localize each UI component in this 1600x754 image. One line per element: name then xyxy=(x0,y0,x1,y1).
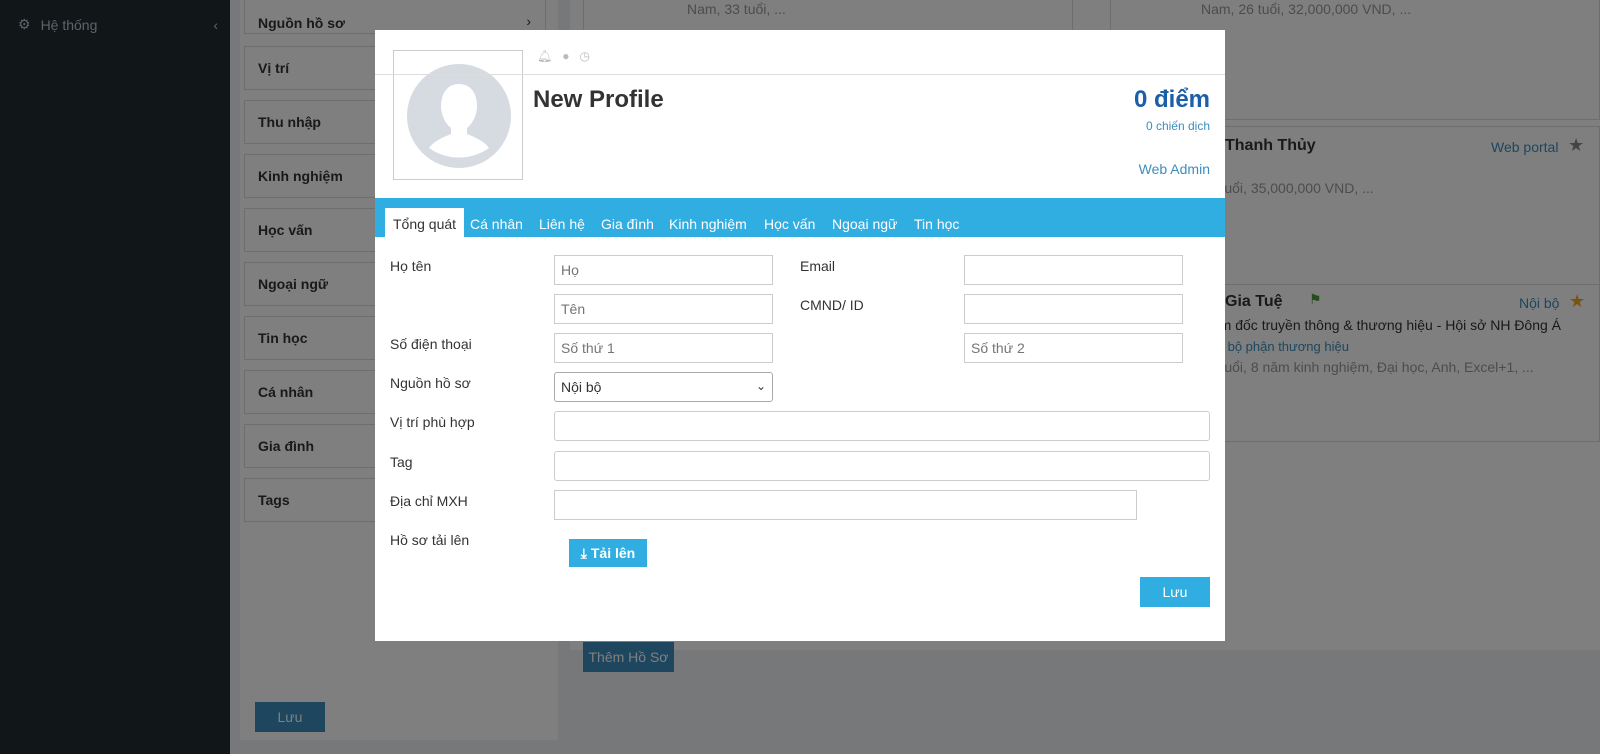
upload-button-label: Tải lên xyxy=(590,545,636,561)
tab-languages[interactable]: Ngoại ngữ xyxy=(824,208,905,237)
phone-label: Số điện thoại xyxy=(390,336,472,352)
source-select-value: Nội bộ xyxy=(561,379,602,395)
tab-education[interactable]: Học vấn xyxy=(756,208,823,237)
tab-family[interactable]: Gia đình xyxy=(593,208,662,237)
new-profile-modal: 🔔︎ ● ◷ New Profile 0 điểm 0 chiến dịch W… xyxy=(375,30,1225,641)
firstname-input[interactable] xyxy=(554,294,773,324)
phone1-input[interactable] xyxy=(554,333,773,363)
email-label: Email xyxy=(800,258,836,274)
avatar[interactable] xyxy=(393,50,523,180)
social-input[interactable] xyxy=(554,490,1137,520)
lastname-input[interactable] xyxy=(554,255,773,285)
avatar-placeholder-icon xyxy=(407,64,511,168)
upload-label: Hồ sơ tải lên xyxy=(390,532,470,548)
profile-campaigns[interactable]: 0 chiến dịch xyxy=(1146,119,1210,133)
divider xyxy=(375,74,1225,75)
profile-points: 0 điểm xyxy=(1133,86,1210,113)
profile-owner[interactable]: Web Admin xyxy=(1139,161,1210,177)
id-label: CMND/ ID xyxy=(800,297,864,313)
social-label: Địa chỉ MXH xyxy=(390,493,468,509)
source-label: Nguồn hồ sơ xyxy=(390,375,471,391)
tab-experience[interactable]: Kinh nghiệm xyxy=(661,208,755,237)
profile-name: New Profile xyxy=(533,86,664,113)
email-input[interactable] xyxy=(964,255,1183,285)
profile-tabs: Tổng quát Cá nhân Liên hệ Gia đình Kinh … xyxy=(375,198,1225,237)
fullname-label: Họ tên xyxy=(390,258,432,274)
tag-input[interactable] xyxy=(554,451,1210,481)
clock-icon[interactable]: ◷ xyxy=(579,49,589,63)
chevron-down-icon: ⌄ xyxy=(755,379,766,393)
tab-personal[interactable]: Cá nhân xyxy=(462,208,531,237)
user-icon[interactable]: ● xyxy=(562,49,569,63)
tab-it-skills[interactable]: Tin học xyxy=(906,208,967,237)
phone2-input[interactable] xyxy=(964,333,1183,363)
tab-contact[interactable]: Liên hệ xyxy=(531,208,593,237)
profile-status-icons: 🔔︎ ● ◷ xyxy=(537,49,590,63)
download-icon: ⤓ xyxy=(580,545,587,561)
save-button[interactable]: Lưu xyxy=(1140,577,1210,607)
source-select[interactable]: Nội bộ ⌄ xyxy=(554,372,773,402)
upload-button[interactable]: ⤓ Tải lên xyxy=(569,539,647,567)
id-input[interactable] xyxy=(964,294,1183,324)
position-input[interactable] xyxy=(554,411,1210,441)
position-label: Vị trí phù hợp xyxy=(390,414,475,430)
tag-label: Tag xyxy=(390,454,413,470)
bell-icon[interactable]: 🔔︎ xyxy=(537,49,552,63)
tab-general[interactable]: Tổng quát xyxy=(385,208,465,237)
